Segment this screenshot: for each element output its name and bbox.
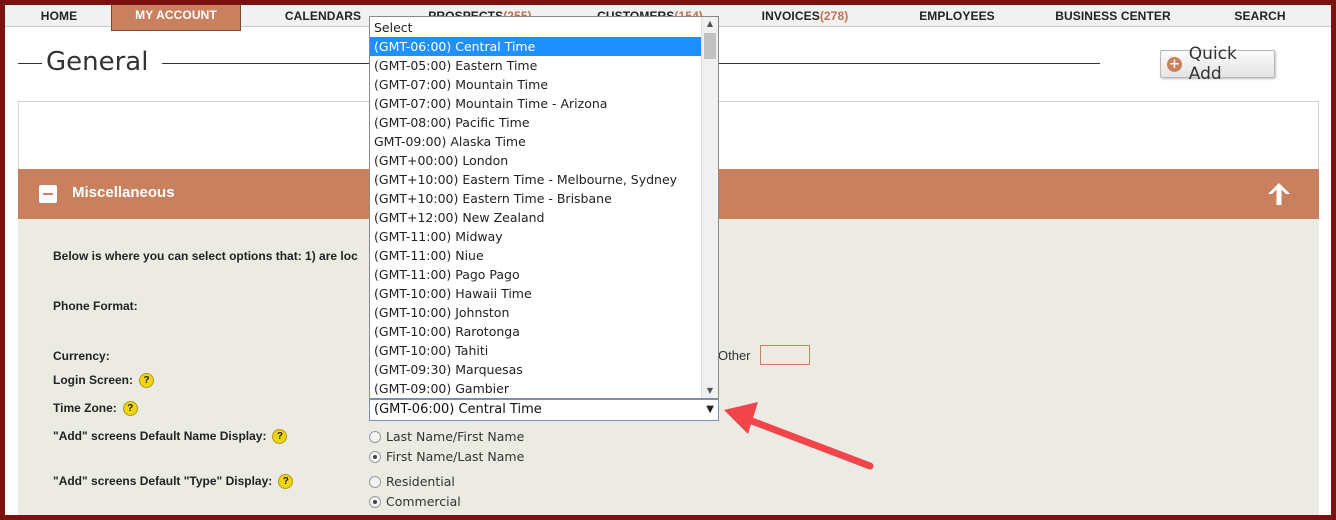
scroll-up-icon[interactable]: ▲: [702, 17, 718, 31]
nav-invoices[interactable]: INVOICES(278): [750, 5, 860, 27]
name-display-option-0[interactable]: Last Name/First Name: [369, 429, 524, 444]
time-zone-select[interactable]: (GMT-06:00) Central Time ▼: [369, 399, 719, 421]
time-zone-option[interactable]: (GMT-10:00) Tahiti: [370, 341, 702, 360]
help-icon[interactable]: ?: [278, 474, 294, 490]
nav-calendars[interactable]: CALENDARS: [261, 5, 385, 27]
radio-button[interactable]: [369, 495, 381, 508]
currency-other-label: Other: [718, 348, 751, 363]
help-icon[interactable]: ?: [122, 401, 138, 417]
radio-button[interactable]: [369, 475, 381, 488]
name-display-label: "Add" screens Default Name Display:: [53, 429, 267, 443]
type-display-label: "Add" screens Default "Type" Display:: [53, 474, 273, 488]
help-icon[interactable]: ?: [139, 373, 155, 389]
nav-employees[interactable]: EMPLOYEES: [907, 5, 1007, 27]
time-zone-option[interactable]: (GMT+10:00) Eastern Time - Melbourne, Sy…: [370, 170, 702, 189]
app-frame: HOME MY ACCOUNT CALENDARS PROSPECTS(255)…: [5, 5, 1331, 515]
type-display-option-1[interactable]: Commercial: [369, 494, 461, 509]
radio-label: Commercial: [386, 494, 461, 509]
time-zone-option[interactable]: (GMT-07:00) Mountain Time: [370, 75, 702, 94]
time-zone-option[interactable]: Select: [370, 18, 702, 37]
arrow-up-icon[interactable]: [1265, 180, 1293, 208]
nav-business-center[interactable]: BUSINESS CENTER: [1043, 5, 1183, 27]
time-zone-selected: (GMT-06:00) Central Time: [374, 402, 542, 417]
radio-label: Last Name/First Name: [386, 429, 525, 444]
time-zone-option[interactable]: (GMT-11:00) Niue: [370, 246, 702, 265]
name-display-row: "Add" screens Default Name Display:?: [53, 429, 288, 445]
scrollbar-thumb[interactable]: [704, 33, 716, 59]
time-zone-option[interactable]: (GMT-06:00) Central Time: [370, 37, 702, 56]
currency-label: Currency:: [53, 349, 110, 363]
currency-other-input[interactable]: [760, 345, 810, 365]
quick-add-button[interactable]: + Quick Add: [1160, 44, 1275, 84]
quick-add-label: Quick Add: [1188, 44, 1237, 84]
time-zone-option[interactable]: (GMT-11:00) Pago Pago: [370, 265, 702, 284]
time-zone-option[interactable]: (GMT+00:00) London: [370, 151, 702, 170]
time-zone-option[interactable]: GMT-09:00) Alaska Time: [370, 132, 702, 151]
time-zone-option[interactable]: (GMT-09:30) Marquesas: [370, 360, 702, 379]
help-icon[interactable]: ?: [272, 429, 288, 445]
radio-button[interactable]: [369, 430, 381, 443]
radio-label: First Name/Last Name: [386, 449, 525, 464]
time-zone-option[interactable]: (GMT+12:00) New Zealand: [370, 208, 702, 227]
nav-home[interactable]: HOME: [5, 5, 113, 27]
time-zone-dropdown-list[interactable]: (GMT-09:00) Gambier (GMT-09:30) Marquesas…: [369, 16, 719, 399]
nav-search[interactable]: SEARCH: [1225, 5, 1295, 27]
nav-count: (278): [819, 9, 849, 23]
time-zone-option[interactable]: (GMT-08:00) Pacific Time: [370, 113, 702, 132]
radio-button[interactable]: [369, 450, 381, 463]
scroll-down-icon[interactable]: ▼: [702, 384, 718, 398]
time-zone-label: Time Zone:: [53, 401, 117, 415]
time-zone-option[interactable]: (GMT-09:00) Gambier: [370, 379, 702, 398]
nav-label: INVOICES: [761, 9, 820, 23]
phone-format-label: Phone Format:: [53, 299, 138, 313]
miscellaneous-title: Miscellaneous: [72, 184, 175, 201]
title-rule-left: [18, 63, 42, 64]
name-display-option-1[interactable]: First Name/Last Name: [369, 449, 524, 464]
nav-label: CALENDARS: [284, 9, 362, 23]
type-display-row: "Add" screens Default "Type" Display:?: [53, 474, 294, 490]
time-zone-option[interactable]: (GMT-10:00) Hawaii Time: [370, 284, 702, 303]
login-screen-row: Login Screen:?: [53, 373, 155, 389]
type-display-option-0[interactable]: Residential: [369, 474, 455, 489]
nav-label: SEARCH: [1234, 9, 1286, 23]
plus-circle-icon: +: [1167, 56, 1182, 72]
time-zone-option[interactable]: (GMT-10:00) Rarotonga: [370, 322, 702, 341]
radio-label: Residential: [386, 474, 455, 489]
caret-down-icon: ▼: [706, 404, 714, 415]
time-zone-option[interactable]: (GMT-05:00) Eastern Time: [370, 56, 702, 75]
login-screen-label: Login Screen:: [53, 373, 134, 387]
nav-label: MY ACCOUNT: [135, 8, 217, 22]
nav-label: EMPLOYEES: [919, 9, 995, 23]
annotation-arrow-icon: [724, 402, 874, 470]
intro-text: Below is where you can select options th…: [53, 249, 358, 263]
time-zone-option[interactable]: (GMT+10:00) Eastern Time - Brisbane: [370, 189, 702, 208]
time-zone-option[interactable]: (GMT-10:00) Johnston: [370, 303, 702, 322]
minus-icon[interactable]: [39, 185, 57, 203]
nav-my-account[interactable]: MY ACCOUNT: [111, 5, 241, 31]
time-zone-row: Time Zone:?: [53, 401, 138, 417]
time-zone-option[interactable]: (GMT-11:00) Midway: [370, 227, 702, 246]
time-zone-option[interactable]: (GMT-07:00) Mountain Time - Arizona: [370, 94, 702, 113]
dropdown-scrollbar[interactable]: ▲ ▼: [701, 17, 718, 398]
nav-label: HOME: [40, 9, 78, 23]
page-title: General: [46, 47, 149, 77]
nav-label: BUSINESS CENTER: [1055, 9, 1171, 23]
